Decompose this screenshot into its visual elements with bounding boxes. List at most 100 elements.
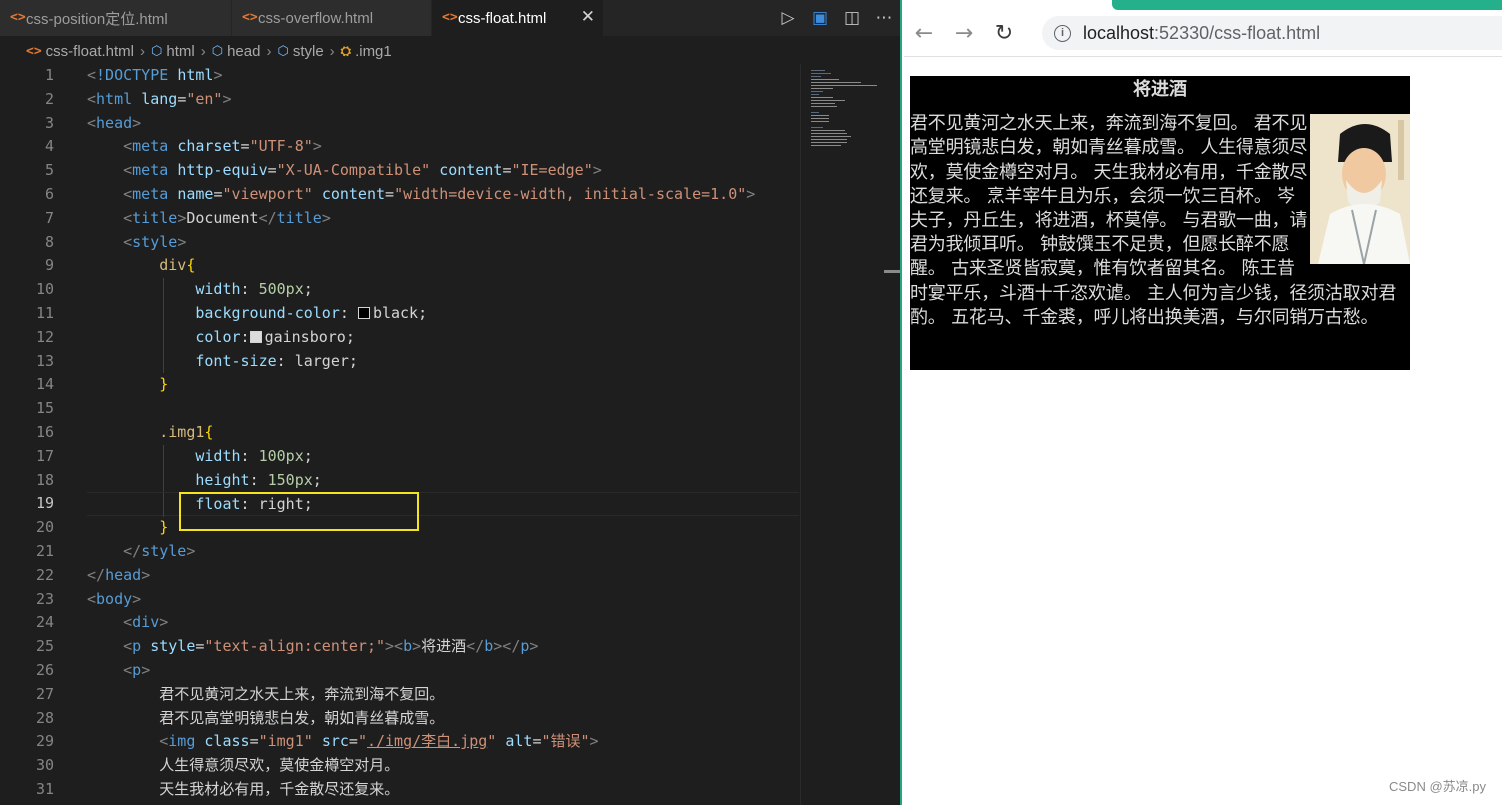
code-area[interactable]: <!DOCTYPE html> <html lang="en"> <head> …	[87, 64, 799, 802]
window-accent-strip	[1112, 0, 1502, 10]
poem-container: 将进酒 君不见黄河之水天上来，奔流到海不复回。 君不见高堂明镜悲白发，朝如青丝暮…	[910, 76, 1410, 370]
line-number: 12	[35, 327, 54, 346]
code-line[interactable]: width: 100px;	[87, 444, 799, 469]
line-number: 9	[44, 256, 54, 275]
symbol-icon: ⬡	[151, 43, 163, 58]
split-editor-icon[interactable]: ◫	[836, 8, 868, 28]
breadcrumb-item-file[interactable]: <> css-float.html	[26, 43, 134, 60]
code-line[interactable]: </head>	[87, 564, 799, 588]
more-actions-icon[interactable]: ⋯	[868, 8, 900, 28]
line-number: 1	[44, 66, 54, 84]
code-line[interactable]: <p style="text-align:center;"><b>将进酒</b>…	[87, 635, 799, 659]
divider	[904, 56, 1502, 57]
code-line[interactable]: <title>Document</title>	[87, 207, 799, 231]
code-line[interactable]: <style>	[87, 231, 799, 255]
code-line[interactable]: height: 150px;	[87, 468, 799, 493]
line-number: 19	[35, 494, 54, 513]
line-number: 29	[35, 732, 54, 751]
line-number: 25	[35, 637, 54, 656]
line-number: 7	[44, 208, 54, 227]
color-swatch-black[interactable]	[357, 306, 370, 319]
code-line[interactable]: <div>	[87, 611, 799, 635]
back-arrow-icon[interactable]: ←	[904, 21, 944, 46]
line-number: 14	[35, 375, 54, 394]
breadcrumb-item-head[interactable]: ⬡ head	[212, 43, 261, 60]
line-number: 10	[35, 280, 54, 299]
tab-label: css-overflow.html	[258, 9, 374, 27]
code-line[interactable]: font-size: larger;	[87, 349, 799, 374]
code-line[interactable]: <meta http-equiv="X-UA-Compatible" conte…	[87, 159, 799, 183]
address-bar[interactable]: i localhost:52330/css-float.html	[1042, 16, 1502, 50]
code-line[interactable]: div{	[87, 254, 799, 278]
line-number: 27	[35, 684, 54, 703]
code-line[interactable]: 人生得意须尽欢，莫使金樽空对月。	[87, 754, 799, 778]
line-number: 21	[35, 541, 54, 560]
breadcrumb-item-img1[interactable]: ⛭ .img1	[341, 43, 392, 60]
symbol-icon: ⬡	[277, 43, 289, 58]
scrollbar-position-marker[interactable]	[884, 270, 900, 273]
reload-icon[interactable]: ↻	[984, 21, 1024, 46]
url-text[interactable]: localhost:52330/css-float.html	[1083, 23, 1320, 44]
preview-icon[interactable]: ▣	[804, 8, 836, 28]
tab-css-position[interactable]: <> css-position定位.html	[0, 0, 232, 36]
code-line[interactable]: <img class="img1" src="./img/李白.jpg" alt…	[87, 730, 799, 754]
line-number: 23	[35, 589, 54, 608]
code-line[interactable]: 君不见黄河之水天上来，奔流到海不复回。	[87, 683, 799, 707]
html-file-icon: <>	[10, 10, 26, 25]
chevron-right-icon: ›	[266, 42, 272, 60]
code-line[interactable]: }	[87, 373, 799, 397]
line-number: 13	[35, 351, 54, 370]
line-number: 8	[44, 232, 54, 251]
code-line[interactable]	[87, 397, 799, 421]
minimap[interactable]	[800, 64, 884, 805]
line-number: 2	[44, 89, 54, 108]
code-line[interactable]: color: gainsboro;	[87, 325, 799, 350]
forward-arrow-icon[interactable]: →	[944, 21, 984, 46]
code-line[interactable]: <html lang="en">	[87, 88, 799, 112]
run-icon[interactable]: ▷	[772, 8, 804, 28]
info-icon[interactable]: i	[1054, 24, 1071, 42]
chevron-right-icon: ›	[329, 42, 335, 60]
code-line[interactable]: </style>	[87, 540, 799, 564]
code-line[interactable]: background-color: black;	[87, 301, 799, 326]
watermark: CSDN @苏凉.py	[1389, 779, 1486, 794]
line-number: 20	[35, 518, 54, 537]
line-number: 16	[35, 422, 54, 441]
line-number: 6	[44, 184, 54, 203]
code-line[interactable]: <meta charset="UTF-8">	[87, 135, 799, 159]
line-number: 28	[35, 708, 54, 727]
line-number: 5	[44, 161, 54, 180]
color-swatch-gainsboro[interactable]	[249, 330, 262, 343]
css-selector-icon: ⛭	[340, 43, 352, 59]
breadcrumb-item-html[interactable]: ⬡ html	[151, 43, 195, 60]
line-number: 26	[35, 660, 54, 679]
close-tab-icon[interactable]: ✕	[581, 7, 595, 27]
code-line[interactable]: <!DOCTYPE html>	[87, 64, 799, 88]
breadcrumb-item-style[interactable]: ⬡ style	[277, 43, 323, 60]
line-number: 24	[35, 613, 54, 632]
line-number: 22	[35, 565, 54, 584]
line-number: 11	[35, 303, 54, 322]
line-number: 15	[35, 399, 54, 418]
code-line[interactable]: 君不见高堂明镜悲白发，朝如青丝暮成雪。	[87, 707, 799, 731]
code-line[interactable]: <meta name="viewport" content="width=dev…	[87, 183, 799, 207]
symbol-icon: ⬡	[211, 43, 224, 58]
code-line[interactable]: .img1{	[87, 421, 799, 445]
code-line[interactable]: width: 500px;	[87, 278, 799, 302]
poem-title: 将进酒	[1133, 79, 1187, 100]
code-line[interactable]: <body>	[87, 588, 799, 612]
tab-css-overflow[interactable]: <> css-overflow.html	[232, 0, 432, 36]
line-number-gutter: 1 2 3 4 5 6 7 8 9 10 11 12 13 14 15 16 17 18 19 20 21 22 23 24 2…	[0, 64, 80, 802]
line-number: 18	[35, 470, 54, 489]
code-line[interactable]: 天生我材必有用，千金散尽还复来。	[87, 778, 799, 802]
html-file-icon: <>	[242, 10, 258, 25]
code-line[interactable]: <p>	[87, 659, 799, 683]
line-number: 31	[35, 779, 54, 798]
html-file-icon: <>	[442, 10, 458, 25]
code-line[interactable]: <head>	[87, 112, 799, 136]
tab-css-float[interactable]: <> css-float.html ✕	[432, 0, 604, 36]
tab-label: css-position定位.html	[26, 10, 168, 28]
annotation-highlight-box	[179, 492, 419, 531]
li-bai-portrait-image	[1310, 114, 1410, 265]
line-number: 17	[35, 446, 54, 465]
